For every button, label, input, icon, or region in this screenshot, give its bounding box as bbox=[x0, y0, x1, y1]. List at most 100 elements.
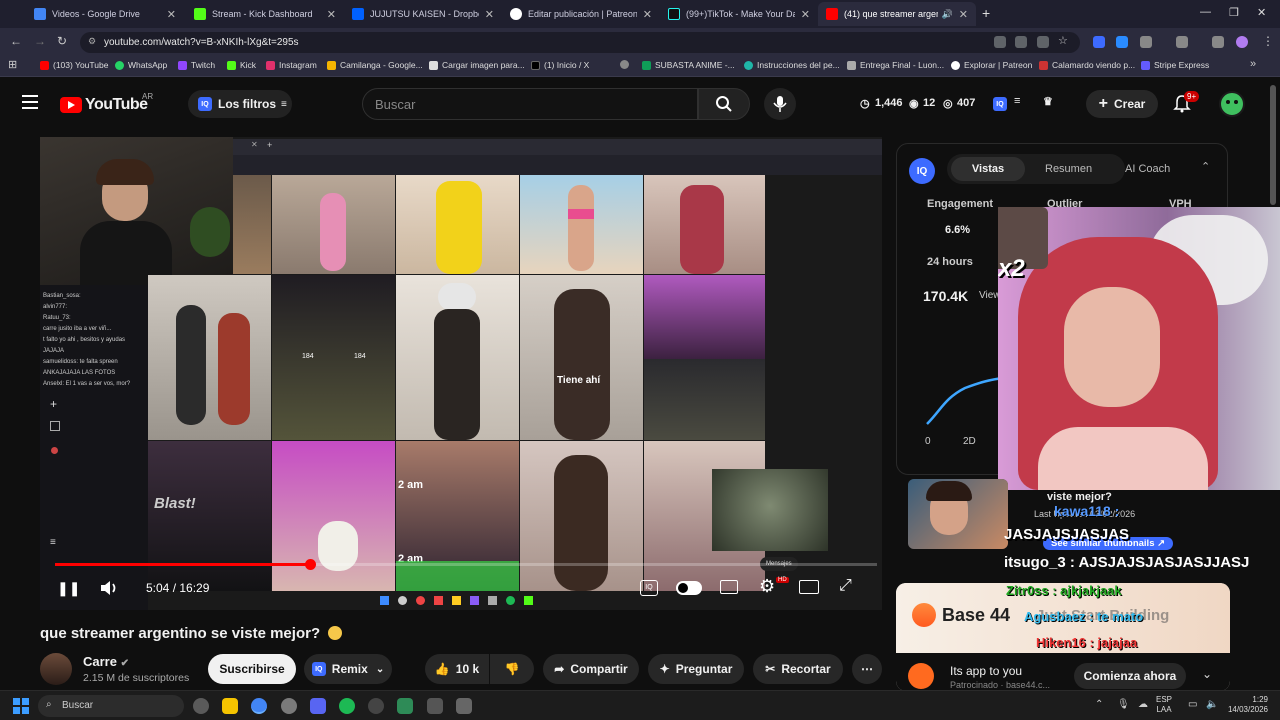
share-button[interactable]: ➦ Compartir bbox=[543, 654, 639, 684]
youtube-logo[interactable]: YouTube AR bbox=[60, 92, 153, 114]
bookmark-camilanga[interactable]: Camilanga - Google... bbox=[327, 60, 423, 70]
tab-resumen[interactable]: Resumen bbox=[1045, 163, 1092, 175]
page-scrollbar[interactable] bbox=[1270, 85, 1276, 205]
clip-button[interactable]: ✂ Recortar bbox=[753, 654, 843, 684]
forward-icon[interactable]: → bbox=[34, 34, 46, 48]
bookmark-whatsapp[interactable]: WhatsApp bbox=[115, 60, 167, 70]
settings-gear-icon[interactable]: ⚙ bbox=[759, 576, 775, 597]
tab-google-drive[interactable]: Videos - Google Drive ✕ bbox=[26, 2, 184, 26]
bookmark-explorar-patreon[interactable]: Explorar | Patreon bbox=[951, 60, 1032, 70]
pause-button[interactable]: ❚❚ bbox=[57, 580, 80, 597]
trophy-icon[interactable]: ♛ bbox=[1043, 95, 1053, 108]
install-icon[interactable] bbox=[1037, 36, 1049, 48]
extension-icon[interactable] bbox=[1116, 36, 1128, 48]
bookmark-stripe[interactable]: Stripe Express bbox=[1141, 60, 1209, 70]
back-icon[interactable]: ← bbox=[10, 34, 22, 48]
more-actions-button[interactable]: ⋯ bbox=[852, 654, 882, 684]
more-bookmarks-icon[interactable]: » bbox=[1250, 58, 1256, 70]
extension-icon[interactable] bbox=[1093, 36, 1105, 48]
menu-list-icon[interactable] bbox=[1212, 36, 1224, 48]
bookmark-youtube[interactable]: (103) YouTube bbox=[40, 60, 108, 70]
bookmark-star-icon[interactable]: ☆ bbox=[1058, 34, 1068, 47]
app-icon[interactable] bbox=[456, 698, 472, 714]
filters-button[interactable]: IQ Los filtros ≡ bbox=[188, 90, 292, 118]
bookmark-globe[interactable] bbox=[620, 60, 633, 69]
audio-icon[interactable]: 🔊 bbox=[942, 9, 953, 20]
new-tab-button[interactable]: + bbox=[982, 5, 990, 21]
download-icon[interactable] bbox=[1176, 36, 1188, 48]
zoom-icon[interactable] bbox=[1015, 36, 1027, 48]
sponsored-ad-card[interactable]: Base 44 Just Start Building Zitr0ss : aj… bbox=[896, 583, 1230, 691]
clock[interactable]: 1:29 14/03/2026 bbox=[1224, 695, 1268, 715]
collapse-chevron-icon[interactable]: ⌃ bbox=[1201, 160, 1210, 173]
network-icon[interactable]: ▭ bbox=[1188, 699, 1197, 710]
minimize-button[interactable]: — bbox=[1200, 6, 1211, 18]
language-indicator[interactable]: ESP LAA bbox=[1156, 695, 1172, 715]
app-icon[interactable] bbox=[427, 698, 443, 714]
hamburger-menu-icon[interactable] bbox=[22, 95, 38, 109]
chevron-down-icon[interactable]: ⌄ bbox=[1202, 667, 1212, 681]
list-icon[interactable]: ≡ bbox=[1014, 95, 1020, 107]
captions-icon[interactable] bbox=[720, 580, 738, 594]
video-player[interactable]: + ✕ Bastian_sosa: alvin777: Ratuu_73: ca… bbox=[40, 137, 882, 610]
tab-tiktok[interactable]: (99+)TikTok - Make Your Day ✕ bbox=[660, 2, 818, 26]
autoplay-toggle[interactable] bbox=[676, 581, 702, 595]
fullscreen-icon[interactable]: ⤢ bbox=[839, 577, 852, 595]
windows-start-icon[interactable] bbox=[13, 698, 29, 714]
extensions-puzzle-icon[interactable] bbox=[1140, 36, 1152, 48]
iq-icon[interactable]: IQ bbox=[993, 97, 1007, 111]
bookmark-twitch[interactable]: Twitch bbox=[178, 60, 215, 70]
close-icon[interactable]: ✕ bbox=[801, 8, 810, 21]
bookmark-x[interactable]: (1) Inicio / X bbox=[531, 60, 589, 70]
close-window-button[interactable]: ✕ bbox=[1257, 6, 1266, 19]
search-button[interactable] bbox=[698, 88, 750, 120]
volume-button[interactable] bbox=[99, 578, 121, 601]
translate-icon[interactable] bbox=[994, 36, 1006, 48]
microphone-tray-icon[interactable]: 🎙 bbox=[1117, 699, 1130, 710]
search-input[interactable]: Buscar bbox=[362, 88, 698, 120]
subscribe-button[interactable]: Suscribirse bbox=[208, 654, 296, 684]
thumbnail-card[interactable] bbox=[908, 479, 1008, 549]
tab-kick-dashboard[interactable]: Stream - Kick Dashboard ✕ bbox=[186, 2, 344, 26]
bookmark-entrega-final[interactable]: Entrega Final - Luon... bbox=[847, 60, 944, 70]
dislike-button[interactable]: 👎 bbox=[490, 654, 534, 684]
avatar[interactable] bbox=[1219, 91, 1245, 117]
close-icon[interactable]: ✕ bbox=[643, 8, 652, 21]
tab-dropbox[interactable]: JUJUTSU KAISEN - Dropbox ✕ bbox=[344, 2, 502, 26]
close-icon[interactable]: ✕ bbox=[485, 8, 494, 21]
tab-youtube-active[interactable]: (41) que streamer argentino 🔊 ✕ bbox=[818, 2, 976, 26]
kebab-menu-icon[interactable]: ⋮ bbox=[1262, 34, 1274, 48]
profile-icon[interactable] bbox=[1236, 36, 1248, 48]
bookmark-instrucciones[interactable]: Instrucciones del pe... bbox=[744, 60, 840, 70]
spotify-icon[interactable] bbox=[339, 698, 355, 714]
close-icon[interactable]: ✕ bbox=[327, 8, 336, 21]
bookmark-cargar-imagen[interactable]: Cargar imagen para... bbox=[429, 60, 525, 70]
taskbar-search[interactable]: ⌕ Buscar bbox=[38, 695, 184, 717]
discord-icon[interactable] bbox=[310, 698, 326, 714]
like-button[interactable]: 👍 10 k bbox=[425, 654, 489, 684]
apps-grid-icon[interactable]: ⊞ bbox=[8, 58, 17, 71]
channel-avatar[interactable] bbox=[40, 653, 72, 685]
bookmark-subasta-anime[interactable]: SUBASTA ANIME -... bbox=[642, 60, 735, 70]
settings-icon[interactable] bbox=[281, 698, 297, 714]
tab-patreon[interactable]: Editar publicación | Patreon ✕ bbox=[502, 2, 660, 26]
file-explorer-icon[interactable] bbox=[222, 698, 238, 714]
maximize-button[interactable]: ❐ bbox=[1229, 6, 1239, 19]
voice-search-button[interactable] bbox=[764, 88, 796, 120]
bookmark-instagram[interactable]: Instagram bbox=[266, 60, 317, 70]
ask-button[interactable]: ✦ Preguntar bbox=[648, 654, 744, 684]
bookmark-calamardo[interactable]: Calamardo viendo p... bbox=[1039, 60, 1135, 70]
tray-chevron-icon[interactable]: ⌃ bbox=[1095, 699, 1103, 710]
cloud-tray-icon[interactable]: ☁ bbox=[1138, 699, 1148, 710]
tab-ai-coach[interactable]: AI Coach bbox=[1125, 163, 1170, 175]
channel-name[interactable]: Carre ✔ bbox=[83, 654, 129, 669]
app-icon[interactable] bbox=[397, 698, 413, 714]
close-icon[interactable]: ✕ bbox=[167, 8, 176, 21]
bookmark-kick[interactable]: Kick bbox=[227, 60, 256, 70]
create-button[interactable]: + Crear bbox=[1086, 90, 1158, 118]
obs-icon[interactable] bbox=[368, 698, 384, 714]
video-progress-bar[interactable] bbox=[55, 563, 877, 566]
close-icon[interactable]: ✕ bbox=[959, 8, 968, 21]
task-view-icon[interactable] bbox=[193, 698, 209, 714]
remix-button[interactable]: IQ Remix ⌄ bbox=[304, 654, 392, 684]
